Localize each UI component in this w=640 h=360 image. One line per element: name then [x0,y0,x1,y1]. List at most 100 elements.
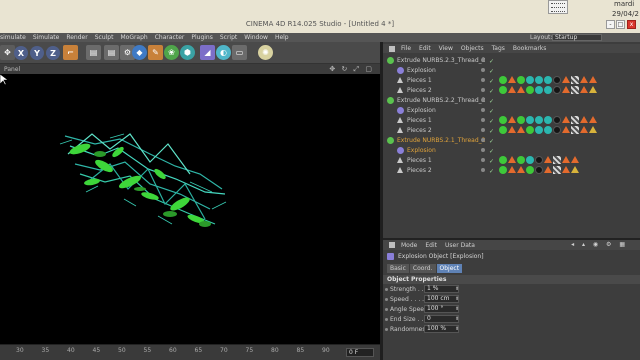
move-tool-icon[interactable]: ✥ [0,45,15,60]
object-tag-icon[interactable] [499,86,507,94]
object-row[interactable]: Extrude NURBS.2.2_Thread_2 ✓ [383,96,640,106]
object-name[interactable]: Extrude NURBS.2.2_Thread_2 [397,97,486,104]
menu-item-sculpt[interactable]: Sculpt [95,34,114,41]
tab-object[interactable]: Object [436,264,463,273]
visibility-dot-icon[interactable] [481,138,485,142]
object-tag-icon[interactable] [589,86,597,93]
object-tag-icon[interactable] [508,156,516,163]
objmgr-menu-file[interactable]: File [401,45,411,52]
scene-object-icon[interactable]: ◐ [216,45,231,60]
object-tag-icon[interactable] [562,76,570,83]
enabled-check-icon[interactable]: ✓ [489,108,494,115]
object-tag-icon[interactable] [517,86,525,93]
object-tag-icon[interactable] [553,126,561,134]
visibility-dot-icon[interactable] [481,128,485,132]
object-row[interactable]: Pieces 2 ✓ [383,126,640,136]
object-tag-icon[interactable] [499,76,507,84]
enabled-check-icon[interactable]: ✓ [489,68,494,75]
object-tag-icon[interactable] [544,126,552,134]
object-tag-icon[interactable] [589,76,597,83]
object-tag-icon[interactable] [517,166,525,173]
spinner-arrows-icon[interactable]: ⬍ [455,306,459,312]
light-icon[interactable]: ✺ [258,45,273,60]
viewport-panel-menu[interactable]: Panel [4,66,20,73]
render-view-icon[interactable]: ▤ [86,45,101,60]
object-tag-icon[interactable] [544,166,552,173]
spinner-arrows-icon[interactable]: ⬍ [455,296,459,302]
object-tag-icon[interactable] [553,166,561,174]
object-tag-icon[interactable] [571,166,579,173]
object-tag-icon[interactable] [544,116,552,124]
object-row[interactable]: Explosion ✓ [383,106,640,116]
property-value-field[interactable]: 100 cm [424,295,459,303]
object-name[interactable]: Pieces 2 [407,87,432,94]
tab-coord[interactable]: Coord. [409,264,436,273]
coordinate-system-icon[interactable]: ⌐ [63,45,78,60]
object-tag-icon[interactable] [508,76,516,83]
object-tag-icon[interactable] [517,156,525,164]
objmgr-menu-objects[interactable]: Objects [461,45,484,52]
keyframe-dot-icon[interactable] [385,328,388,331]
object-tag-icon[interactable] [499,116,507,124]
object-tag-icon[interactable] [562,86,570,93]
visibility-dot-icon[interactable] [481,58,485,62]
maximize-button[interactable]: □ [616,20,625,29]
object-name[interactable]: Explosion [407,67,436,74]
object-tag-icon[interactable] [499,156,507,164]
visibility-dot-icon[interactable] [481,78,485,82]
object-tag-icon[interactable] [526,116,534,124]
nurbs-object-icon[interactable]: ❀ [164,45,179,60]
timeline[interactable]: 30 35 40 45 50 55 60 65 70 75 80 85 90 0 F [0,344,380,360]
keyframe-dot-icon[interactable] [385,298,388,301]
object-tag-icon[interactable] [535,126,543,134]
menu-item-render[interactable]: Render [66,34,87,41]
object-tag-icon[interactable] [535,116,543,124]
object-tag-icon[interactable] [526,76,534,84]
object-tag-icon[interactable] [544,156,552,163]
enabled-check-icon[interactable]: ✓ [489,78,494,85]
objmgr-menu-edit[interactable]: Edit [419,45,431,52]
manager-grip-icon[interactable] [389,45,395,52]
object-tag-icon[interactable] [571,86,579,94]
object-tag-icon[interactable] [589,116,597,123]
y-axis-button[interactable]: Y [30,46,44,60]
enabled-check-icon[interactable]: ✓ [489,168,494,175]
object-tag-icon[interactable] [580,86,588,93]
keyframe-dot-icon[interactable] [385,318,388,321]
object-row[interactable]: Extrude NURBS.2.1_Thread_2 ✓ [383,136,640,146]
object-tag-icon[interactable] [562,156,570,163]
property-value-field[interactable]: 1 % [424,285,459,293]
enabled-check-icon[interactable]: ✓ [489,58,494,65]
enabled-check-icon[interactable]: ✓ [489,98,494,105]
object-tag-icon[interactable] [571,126,579,134]
array-object-icon[interactable]: ⬢ [180,45,195,60]
object-tag-icon[interactable] [580,126,588,133]
spinner-arrows-icon[interactable]: ⬍ [455,326,459,332]
visibility-dot-icon[interactable] [481,88,485,92]
object-tag-icon[interactable] [508,126,516,133]
menu-item-plugins[interactable]: Plugins [191,34,213,41]
3d-viewport[interactable] [0,74,380,344]
attr-menu-user-data[interactable]: User Data [445,242,475,249]
object-tag-icon[interactable] [535,86,543,94]
property-value-field[interactable]: 100 ° [424,305,459,313]
manager-grip-icon[interactable] [389,242,395,248]
object-tag-icon[interactable] [553,76,561,84]
menu-item-window[interactable]: Window [244,34,268,41]
object-tag-icon[interactable] [526,156,534,164]
objmgr-menu-view[interactable]: View [439,45,453,52]
menu-item-help[interactable]: Help [275,34,289,41]
object-tag-icon[interactable] [544,86,552,94]
enabled-check-icon[interactable]: ✓ [489,128,494,135]
object-tag-icon[interactable] [499,126,507,134]
spline-pen-icon[interactable]: ✎ [148,45,163,60]
objmgr-menu-bookmarks[interactable]: Bookmarks [513,45,547,52]
object-tag-icon[interactable] [589,126,597,133]
attr-menu-edit[interactable]: Edit [425,242,437,249]
menu-item-character[interactable]: Character [155,34,185,41]
object-name[interactable]: Pieces 1 [407,117,432,124]
object-tag-icon[interactable] [580,76,588,83]
object-row[interactable]: Pieces 1 ✓ [383,76,640,86]
object-tag-icon[interactable] [580,116,588,123]
object-tag-icon[interactable] [526,166,534,174]
